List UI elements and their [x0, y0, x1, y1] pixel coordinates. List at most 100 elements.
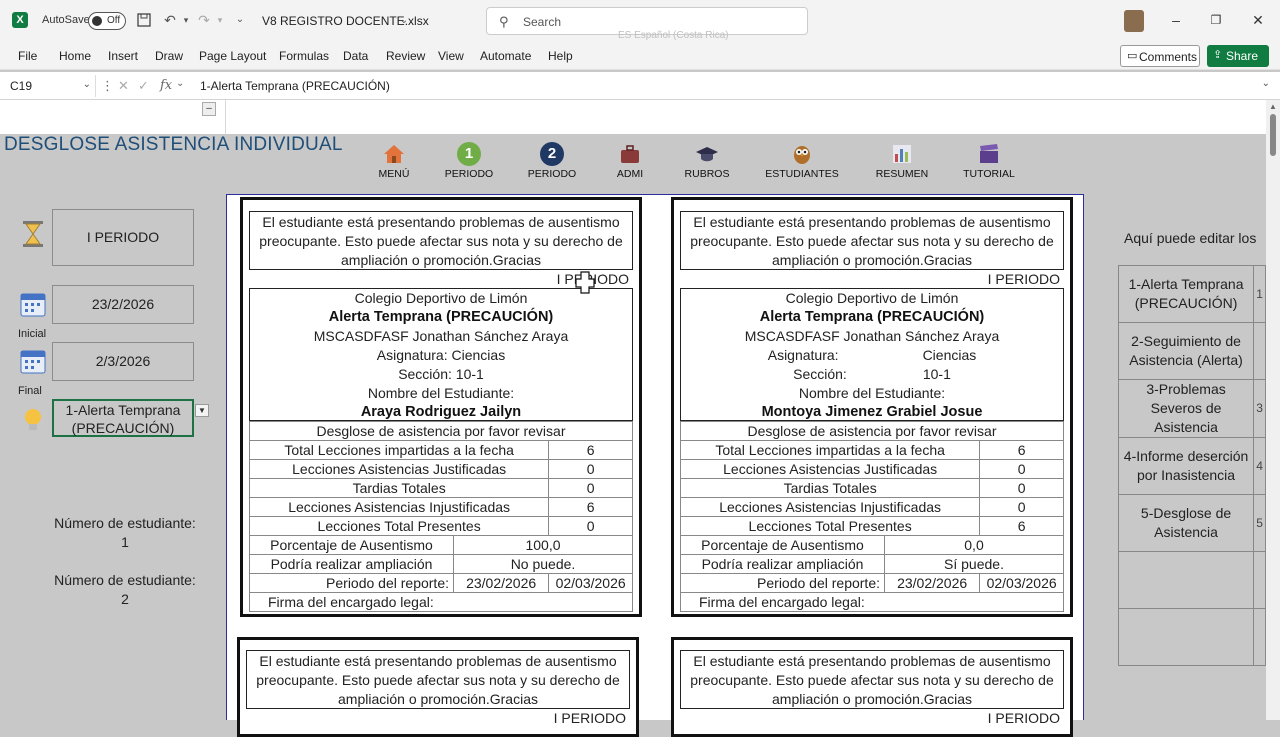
option-side-cell[interactable]: 3 [1253, 379, 1266, 438]
comments-button[interactable]: ▭ Comments [1120, 45, 1200, 67]
option-cell[interactable]: 1-Alerta Temprana (PRECAUCIÓN) [1117, 265, 1255, 323]
option-side-cell[interactable]: 1 [1253, 265, 1266, 323]
option-cell[interactable]: 5-Desglose de Asistencia [1117, 494, 1255, 552]
option-side-cell[interactable] [1253, 608, 1266, 666]
excel-logo-icon: X [12, 12, 28, 28]
undo-icon[interactable]: ↶ [162, 12, 178, 28]
language-hint: ES Español (Costa Rica) [618, 30, 729, 41]
insert-function-icon[interactable]: fx [160, 78, 172, 93]
row-label: Lecciones Asistencias Injustificadas [248, 497, 550, 517]
tab-view[interactable]: View [438, 49, 464, 63]
table-row [1117, 551, 1266, 609]
share-button[interactable]: ⇪ Share [1207, 45, 1269, 67]
student-number-label: Número de estudiante: [54, 572, 196, 588]
tab-help[interactable]: Help [548, 49, 573, 63]
table-row: 1-Alerta Temprana (PRECAUCIÓN) 1 [1117, 265, 1266, 323]
table-row: Lecciones Asistencias Justificadas 0 [679, 459, 1064, 479]
row-value: 6 [548, 440, 633, 460]
row-value: 6 [548, 497, 633, 517]
cell[interactable] [0, 100, 226, 134]
option-cell[interactable]: 3-Problemas Severos de Asistencia [1117, 379, 1255, 438]
nav-tutorial-button[interactable]: TUTORIAL [962, 142, 1016, 180]
option-side-cell[interactable] [1253, 322, 1266, 380]
alert-type-select[interactable]: 1-Alerta Temprana (PRECAUCIÓN) [52, 399, 194, 437]
tab-formulas[interactable]: Formulas [279, 49, 329, 63]
option-side-cell[interactable] [1253, 551, 1266, 609]
chevron-down-icon[interactable]: ⌄ [396, 13, 412, 29]
option-cell[interactable]: 4-Informe deserción por Inasistencia [1117, 437, 1255, 495]
briefcase-icon [621, 145, 639, 163]
redo-icon[interactable]: ↷ [196, 12, 212, 28]
expand-formula-icon[interactable]: ⌄ [1262, 78, 1270, 89]
more-options-icon[interactable]: ⋮ [101, 78, 114, 94]
table-row: Tardias Totales 0 [679, 478, 1064, 498]
redo-dropdown-icon[interactable]: ▾ [212, 12, 228, 28]
option-cell[interactable] [1117, 608, 1255, 666]
nav-periodo-2-button[interactable]: 2 PERIODO [527, 142, 577, 180]
alert-title: Alerta Temprana (PRECAUCIÓN) [328, 309, 554, 325]
search-placeholder: Search [523, 15, 562, 29]
tab-automate[interactable]: Automate [480, 49, 531, 63]
tab-home[interactable]: Home [59, 49, 91, 63]
start-date-cell[interactable]: 23/2/2026 [52, 285, 194, 324]
option-side-cell[interactable]: 5 [1253, 494, 1266, 552]
tab-data[interactable]: Data [343, 49, 368, 63]
name-box[interactable]: C19 ⌄ [4, 75, 96, 97]
scrollbar-thumb[interactable] [1270, 114, 1276, 156]
row-value: 0 [548, 516, 633, 536]
warning-message-box: El estudiante está presentando problemas… [249, 211, 633, 270]
tab-review[interactable]: Review [386, 49, 425, 63]
table-row: Lecciones Total Presentes 0 [248, 516, 633, 536]
section-value: 10-1 [922, 366, 951, 382]
end-date-cell[interactable]: 2/3/2026 [52, 342, 194, 381]
formula-input[interactable]: 1-Alerta Temprana (PRECAUCIÓN) [200, 79, 390, 93]
share-icon: ⇪ [1213, 49, 1223, 61]
period-box[interactable]: I PERIODO [52, 209, 194, 266]
house-icon [384, 145, 404, 163]
table-row: Total Lecciones impartidas a la fecha 6 [679, 440, 1064, 460]
customize-toolbar-icon[interactable]: ⌄ [232, 12, 248, 28]
cancel-icon[interactable]: ✕ [118, 78, 129, 94]
option-cell[interactable]: 2-Seguimiento de Asistencia (Alerta) [1117, 322, 1255, 380]
nav-label: PERIODO [444, 168, 494, 180]
enter-icon[interactable]: ✓ [138, 78, 149, 94]
tab-draw[interactable]: Draw [155, 49, 183, 63]
option-cell[interactable] [1117, 551, 1255, 609]
collapse-group-icon[interactable]: – [202, 102, 216, 116]
table-row: Total Lecciones impartidas a la fecha 6 [248, 440, 633, 460]
autosave-toggle[interactable]: Off [88, 12, 126, 30]
undo-dropdown-icon[interactable]: ▾ [178, 12, 194, 28]
edit-options-title: Aquí puede editar los [1124, 230, 1257, 246]
scroll-up-icon[interactable]: ▲ [1269, 102, 1277, 111]
period-label: I PERIODO [987, 271, 1060, 287]
save-icon[interactable] [136, 12, 152, 28]
report-to: 02/03/2026 [548, 573, 633, 593]
nav-rubros-button[interactable]: RUBROS [684, 142, 730, 180]
student-report-card: El estudiante está presentando problemas… [237, 637, 639, 737]
vertical-scrollbar[interactable]: ▲ [1266, 100, 1280, 720]
period-label: I PERIODO [553, 710, 626, 726]
ribbon-tabs: File Home Insert Draw Page Layout Formul… [0, 42, 1280, 70]
table-row: Lecciones Asistencias Injustificadas 6 [248, 497, 633, 517]
nav-admi-button[interactable]: ADMI [612, 142, 648, 180]
section-label: Sección: [793, 366, 847, 382]
close-icon[interactable]: ✕ [1248, 10, 1268, 30]
minimize-icon[interactable]: – [1166, 10, 1186, 30]
avatar[interactable] [1124, 10, 1144, 32]
restore-icon[interactable]: ❐ [1206, 10, 1226, 30]
absence-label: Porcentaje de Ausentismo [680, 535, 885, 555]
dropdown-arrow-icon[interactable]: ▼ [195, 404, 209, 417]
owl-icon [794, 146, 810, 164]
tab-file[interactable]: File [18, 49, 37, 63]
tab-insert[interactable]: Insert [108, 49, 138, 63]
name-box-value: C19 [10, 79, 33, 93]
nav-estudiantes-button[interactable]: ESTUDIANTES [764, 142, 840, 180]
tab-page-layout[interactable]: Page Layout [199, 49, 266, 63]
row-label: Lecciones Total Presentes [679, 516, 981, 536]
nav-resumen-button[interactable]: RESUMEN [874, 142, 930, 180]
chevron-down-icon[interactable]: ⌄ [176, 78, 184, 89]
period-label: I PERIODO [987, 710, 1060, 726]
option-side-cell[interactable]: 4 [1253, 437, 1266, 495]
nav-menu-button[interactable]: MENÚ [374, 142, 414, 180]
nav-periodo-1-button[interactable]: 1 PERIODO [444, 142, 494, 180]
